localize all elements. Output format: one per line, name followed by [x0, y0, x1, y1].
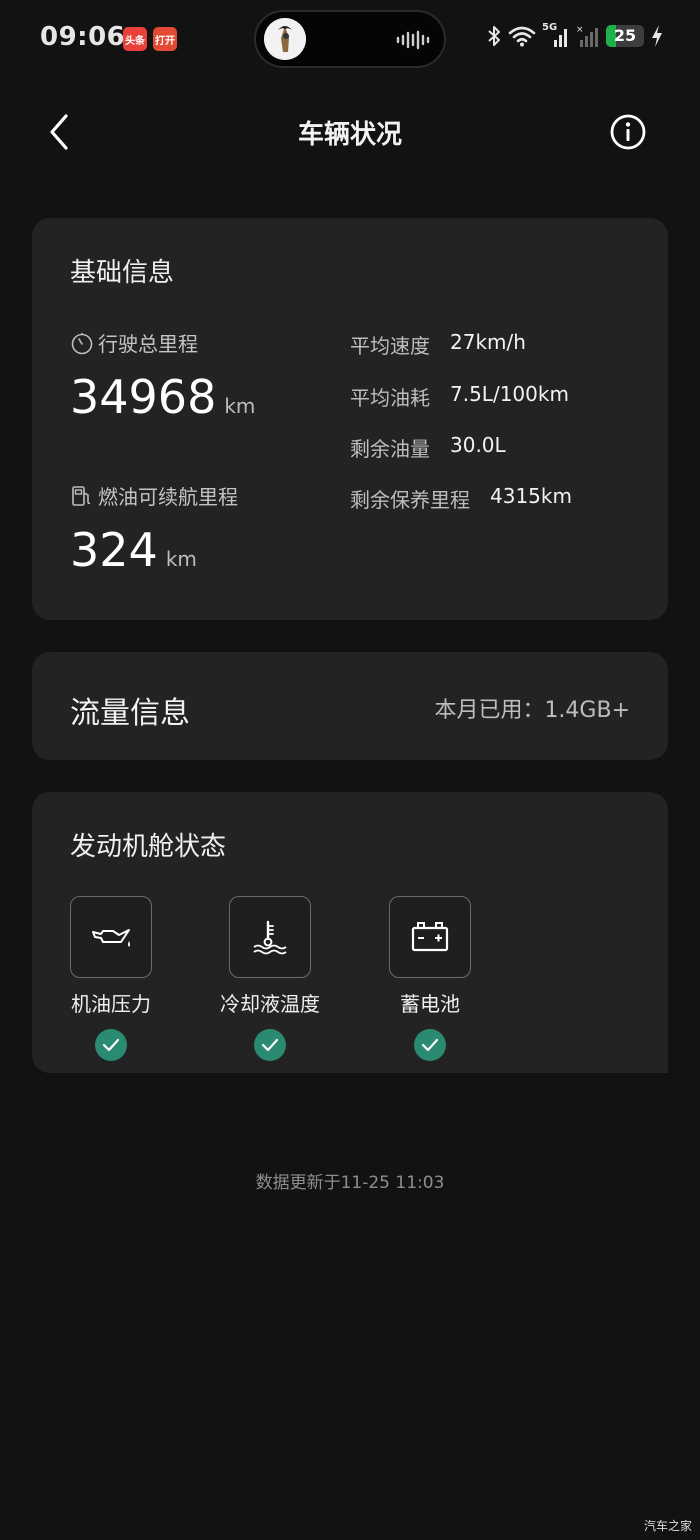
- system-icons: 5G × 25: [486, 22, 664, 48]
- battery-level: 25: [613, 26, 637, 45]
- audio-wave-icon: [396, 29, 430, 55]
- fuel-pump-icon: [72, 485, 91, 506]
- engine-item-label: 蓄电池: [400, 992, 460, 1016]
- engine-item-coolant-temp[interactable]: 冷却液温度: [190, 896, 350, 1061]
- stat-value: 30.0L: [450, 433, 506, 457]
- traffic-usage: 本月已用：1.4GB+: [434, 698, 630, 723]
- bluetooth-icon: [488, 26, 500, 46]
- total-mileage-label: 行驶总里程: [70, 328, 198, 357]
- traffic-card[interactable]: 流量信息 本月已用：1.4GB+: [32, 652, 668, 760]
- engine-icon-box: [389, 896, 471, 978]
- traffic-title: 流量信息: [70, 696, 190, 731]
- basic-info-card: 基础信息 行驶总里程 34968 km 燃油可续航里程 324 km 平均速度 27…: [32, 218, 668, 620]
- engine-item-label: 机油压力: [71, 992, 151, 1016]
- engine-item-label: 冷却液温度: [220, 992, 320, 1016]
- fuel-range-value: 324 km: [70, 523, 197, 577]
- fuel-range-number: 324: [70, 523, 158, 577]
- stat-remaining-fuel: 剩余油量 30.0L: [350, 433, 506, 462]
- coolant-temp-icon: [253, 920, 287, 955]
- total-mileage-number: 34968: [70, 370, 217, 424]
- status-ok-check-icon: [254, 1029, 286, 1061]
- info-button[interactable]: [609, 113, 647, 151]
- charging-bolt-icon: [652, 25, 662, 47]
- engine-item-oil-pressure[interactable]: 机油压力: [31, 896, 191, 1061]
- info-circle-icon: [610, 114, 646, 150]
- stat-label: 剩余保养里程: [350, 488, 470, 512]
- stat-label: 平均油耗: [350, 386, 430, 410]
- status-bar: 09:06 头条 打开 5G × 25: [0, 0, 700, 80]
- oil-can-icon: [92, 929, 130, 947]
- engine-status-card: 发动机舱状态 机油压力 冷却液温度 蓄电池: [32, 792, 668, 1073]
- engine-icon-box: [229, 896, 311, 978]
- app-notification-icon: 打开: [153, 27, 177, 51]
- total-mileage-label-text: 行驶总里程: [98, 332, 198, 356]
- status-ok-check-icon: [95, 1029, 127, 1061]
- fuel-range-unit: km: [165, 547, 197, 571]
- stat-average-fuel: 平均油耗 7.5L/100km: [350, 382, 569, 411]
- engine-status-title: 发动机舱状态: [70, 832, 227, 862]
- fuel-range-label-text: 燃油可续航里程: [98, 485, 238, 509]
- watermark: 汽车之家: [643, 1519, 692, 1533]
- battery-indicator: 25: [606, 25, 644, 47]
- engine-item-battery[interactable]: 蓄电池: [350, 896, 510, 1061]
- cellular-5g-icon: 5G: [542, 22, 570, 48]
- fuel-range-label: 燃油可续航里程: [70, 481, 238, 510]
- stat-label: 平均速度: [350, 334, 430, 358]
- svg-text:×: ×: [576, 25, 584, 35]
- engine-icon-box: [70, 896, 152, 978]
- timer-icon: [71, 332, 93, 354]
- status-ok-check-icon: [414, 1029, 446, 1061]
- page-title: 车辆状况: [297, 120, 402, 150]
- stat-value: 7.5L/100km: [450, 382, 569, 406]
- cellular-no-service-icon: ×: [576, 25, 598, 47]
- stat-value: 27km/h: [450, 330, 526, 354]
- basic-info-title: 基础信息: [70, 258, 175, 288]
- app-notification-icon: 头条: [123, 27, 147, 51]
- stat-average-speed: 平均速度 27km/h: [350, 330, 526, 359]
- wifi-icon: [508, 26, 536, 47]
- status-time: 09:06: [40, 22, 126, 52]
- media-artwork-icon: [264, 18, 306, 60]
- dynamic-island[interactable]: [254, 10, 446, 68]
- battery-icon: [411, 922, 449, 952]
- stat-label: 剩余油量: [350, 437, 430, 461]
- total-mileage-value: 34968 km: [70, 370, 255, 424]
- stat-maintenance-mileage: 剩余保养里程 4315km: [350, 484, 572, 513]
- total-mileage-unit: km: [224, 394, 256, 418]
- data-update-time: 数据更新于11-25 11:03: [255, 1173, 445, 1193]
- stat-value: 4315km: [490, 484, 572, 508]
